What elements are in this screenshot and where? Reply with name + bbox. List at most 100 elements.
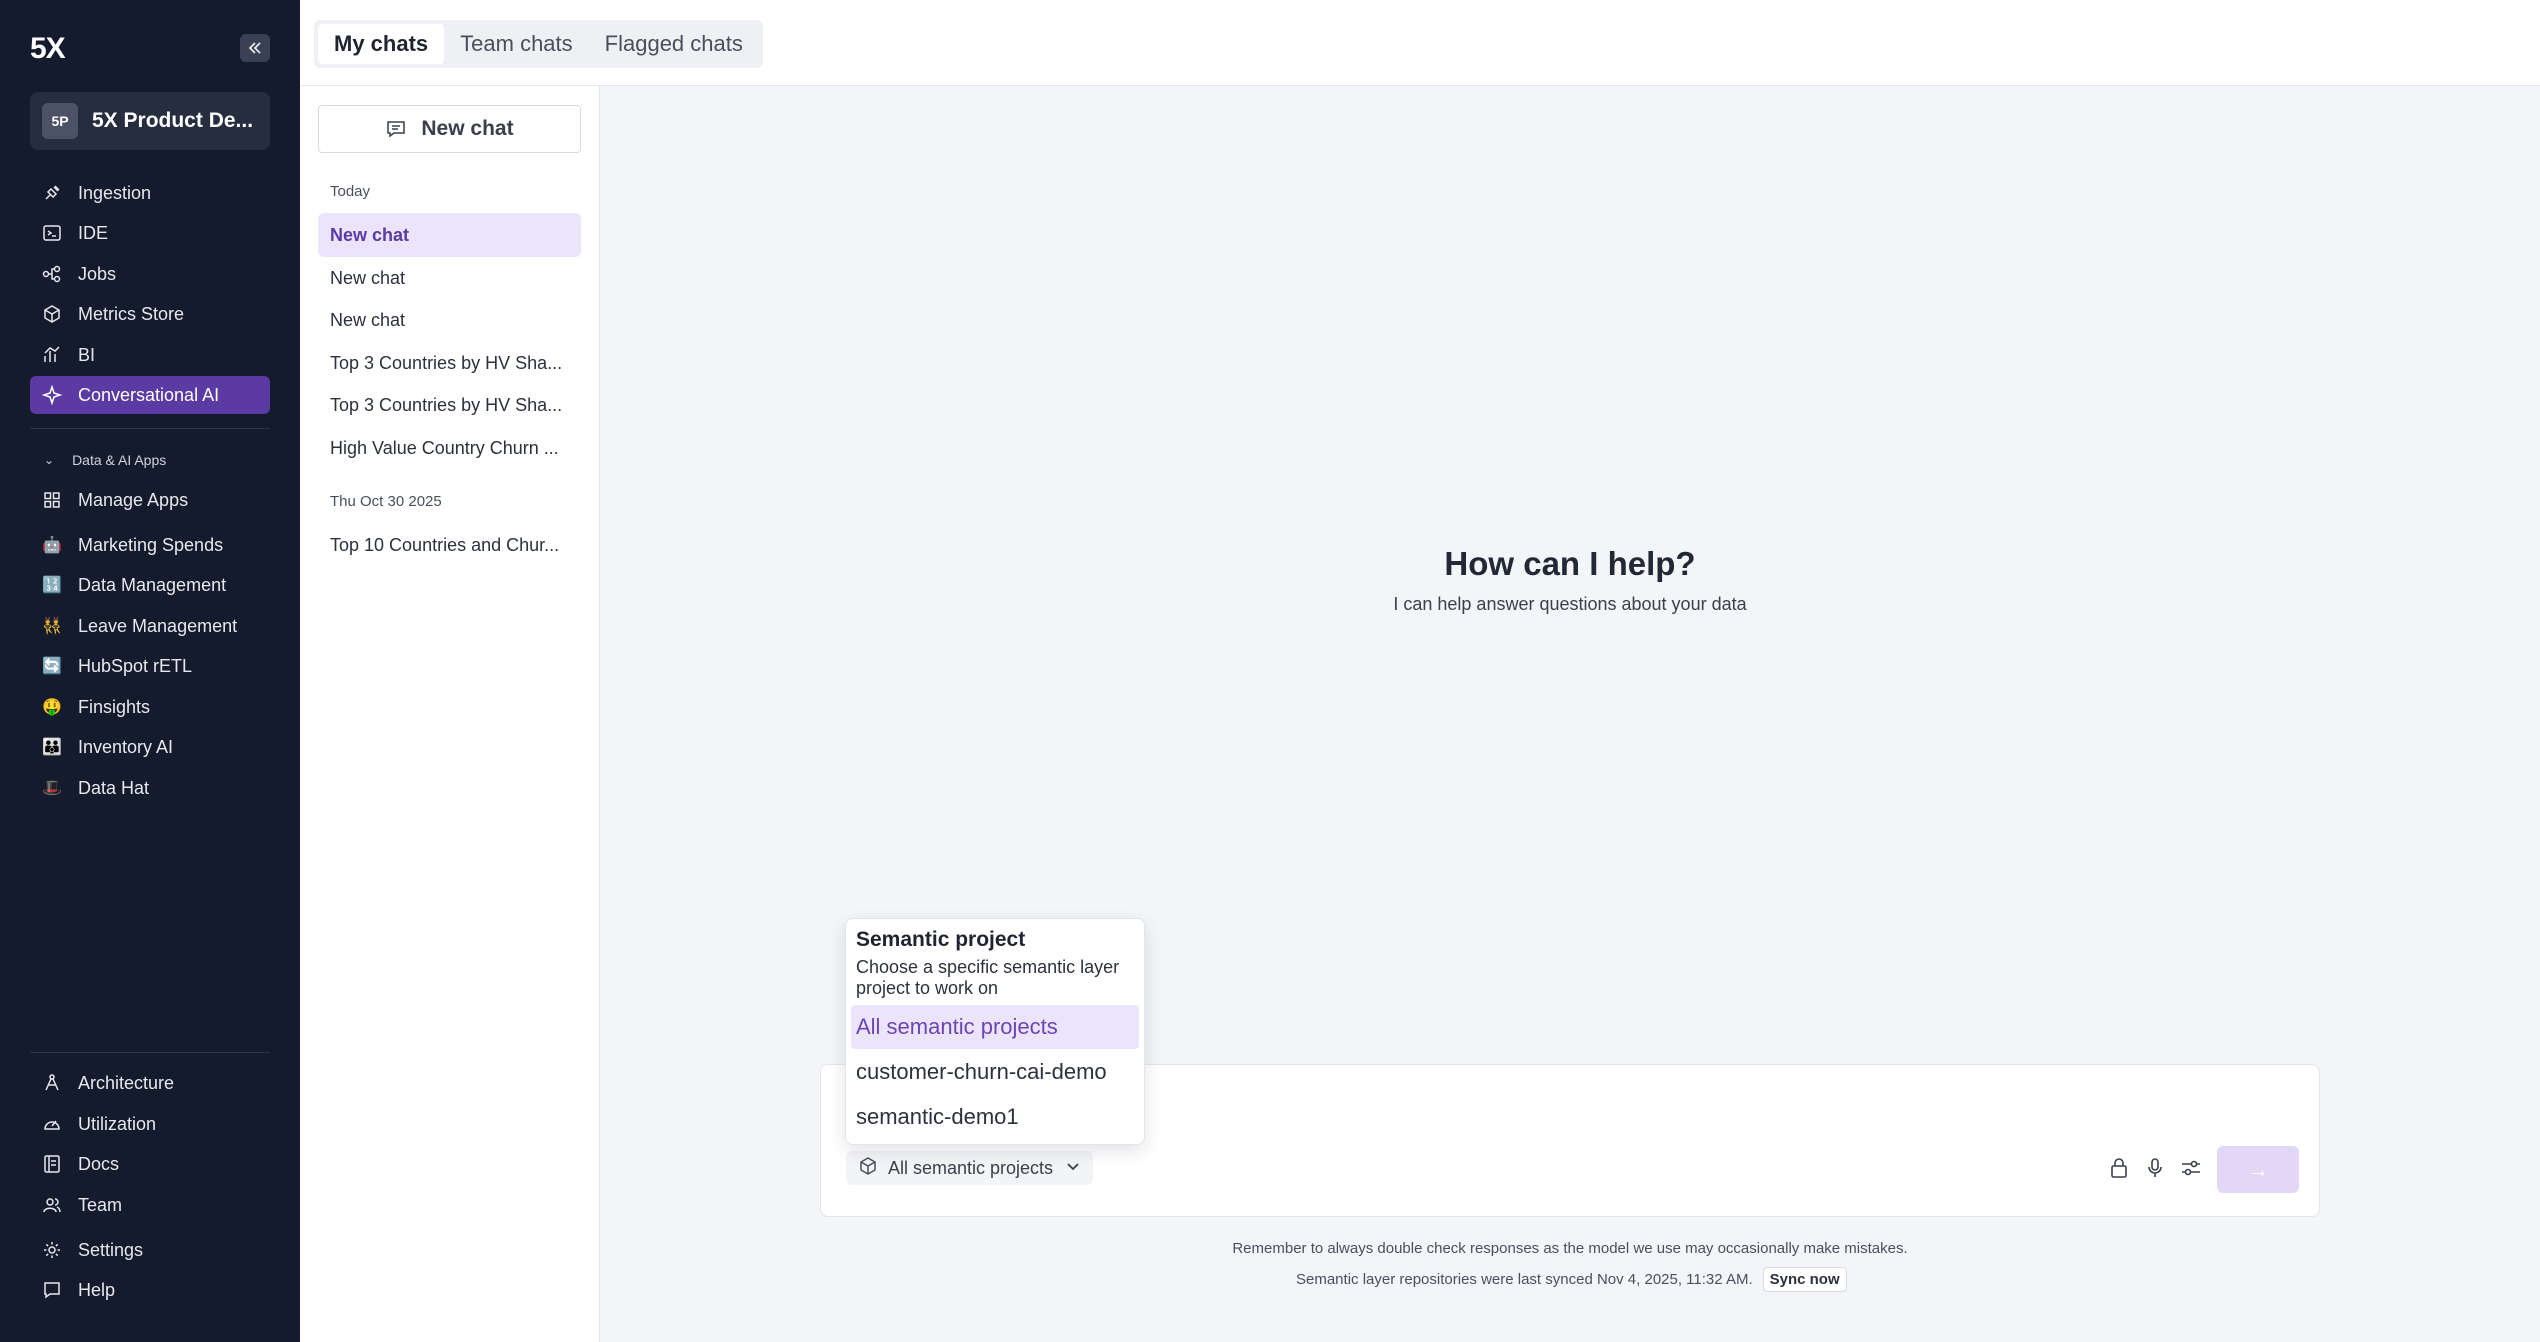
sidebar-item-inventory-ai[interactable]: 👪 Inventory AI [30, 728, 270, 766]
arrow-right-icon: → [2247, 1156, 2269, 1182]
gauge-icon [42, 1114, 62, 1134]
sidebar-item-label: Utilization [78, 1113, 157, 1134]
sidebar-item-label: Finsights [78, 696, 151, 717]
workspace-avatar: 5P [42, 103, 78, 139]
chat-item[interactable]: New chat [318, 213, 581, 257]
sidebar-item-label: Data Management [78, 574, 227, 595]
sidebar-item-jobs[interactable]: Jobs [30, 255, 270, 293]
dropdown-option[interactable]: customer-churn-cai-demo [851, 1050, 1139, 1094]
chat-bubble-icon [387, 121, 406, 138]
welcome-title: How can I help? [1444, 545, 1696, 582]
sidebar-item-data-hat[interactable]: 🎩 Data Hat [30, 769, 270, 807]
sidebar-item-data-management[interactable]: 🔢 Data Management [30, 566, 270, 604]
sidebar-item-marketing-spends[interactable]: 🤖 Marketing Spends [30, 526, 270, 564]
sidebar-item-settings[interactable]: Settings [30, 1231, 270, 1269]
sidebar-item-label: Docs [78, 1153, 120, 1174]
family-emoji-icon: 👪 [42, 739, 62, 756]
money-face-emoji-icon: 🤑 [42, 699, 62, 716]
chat-item[interactable]: Top 3 Countries by HV Sha... [318, 383, 581, 427]
people-emoji-icon: 👯 [42, 618, 62, 635]
send-button[interactable]: → [2217, 1146, 2299, 1193]
new-chat-button[interactable]: New chat [318, 105, 581, 153]
sidebar-item-label: BI [78, 344, 96, 365]
grid-icon [42, 490, 62, 510]
semantic-project-select[interactable]: All semantic projects [846, 1151, 1094, 1185]
chevron-down-icon [1065, 1158, 1081, 1179]
chat-item[interactable]: Top 10 Countries and Chur... [318, 523, 581, 567]
microphone-icon[interactable] [2143, 1156, 2167, 1180]
robot-emoji-icon: 🤖 [42, 537, 62, 554]
docs-icon [42, 1154, 62, 1174]
sidebar-item-label: Ingestion [78, 182, 152, 203]
chat-item[interactable]: Top 3 Countries by HV Sha... [318, 341, 581, 385]
sidebar-item-label: Marketing Spends [78, 534, 224, 555]
sidebar-item-label: Metrics Store [78, 303, 185, 324]
sidebar-item-label: Data Hat [78, 777, 150, 798]
disclaimer-text: Remember to always double check response… [1232, 1240, 1908, 1257]
chat-item[interactable]: High Value Country Churn ... [318, 426, 581, 470]
sidebar-item-label: Team [78, 1194, 123, 1215]
chevron-down-icon: ⌄ [44, 453, 55, 467]
sidebar-item-label: Help [78, 1279, 116, 1300]
numbers-emoji-icon: 🔢 [42, 577, 62, 594]
sidebar-item-hubspot-retl[interactable]: 🔄 HubSpot rETL [30, 647, 270, 685]
sidebar-item-team[interactable]: Team [30, 1186, 270, 1224]
sidebar-item-bi[interactable]: BI [30, 336, 270, 374]
section-toggle-data-ai-apps[interactable]: ⌄ Data & AI Apps [30, 448, 166, 472]
section-label: Data & AI Apps [72, 452, 167, 468]
sidebar-item-label: HubSpot rETL [78, 655, 193, 676]
sidebar-item-label: Architecture [78, 1072, 175, 1093]
chat-item[interactable]: New chat [318, 256, 581, 300]
lock-icon[interactable] [2107, 1156, 2131, 1180]
sidebar-item-metrics-store[interactable]: Metrics Store [30, 295, 270, 333]
cube-icon [858, 1156, 878, 1181]
group-label-date: Thu Oct 30 2025 [330, 493, 442, 510]
sidebar-item-ingestion[interactable]: Ingestion [30, 174, 270, 212]
dropdown-title: Semantic project [856, 928, 1026, 951]
welcome-subtitle: I can help answer questions about your d… [1393, 594, 1747, 614]
sidebar-item-architecture[interactable]: Architecture [30, 1064, 270, 1102]
sidebar-item-manage-apps[interactable]: Manage Apps [30, 481, 270, 519]
dropdown-description: Choose a specific semantic layer project… [856, 957, 1120, 998]
sidebar: 5X 5P 5X Product De... Ingestion IDE Job… [0, 0, 300, 1342]
sidebar-item-finsights[interactable]: 🤑 Finsights [30, 688, 270, 726]
sidebar-item-conversational-ai[interactable]: Conversational AI [30, 376, 270, 414]
sidebar-item-docs[interactable]: Docs [30, 1145, 270, 1183]
team-icon [42, 1195, 62, 1215]
sidebar-item-label: Manage Apps [78, 489, 189, 510]
sync-status-text: Semantic layer repositories were last sy… [1296, 1270, 1753, 1288]
architecture-icon [42, 1073, 62, 1093]
workflow-icon [42, 264, 62, 284]
tab-team-chats[interactable]: Team chats [444, 24, 589, 64]
chart-icon [42, 345, 62, 365]
sidebar-item-help[interactable]: Help [30, 1271, 270, 1309]
sync-status: Semantic layer repositories were last sy… [1296, 1266, 1847, 1292]
sync-emoji-icon: 🔄 [42, 658, 62, 675]
app-logo[interactable]: 5X [30, 32, 66, 66]
sidebar-item-label: Conversational AI [78, 384, 220, 405]
group-label-today: Today [330, 183, 371, 200]
sidebar-item-label: Settings [78, 1239, 144, 1260]
dropdown-option[interactable]: semantic-demo1 [851, 1095, 1139, 1139]
sidebar-item-label: IDE [78, 222, 109, 243]
chat-tabs: My chats Team chats Flagged chats [314, 20, 763, 68]
dropdown-option[interactable]: All semantic projects [851, 1005, 1139, 1049]
sidebar-item-utilization[interactable]: Utilization [30, 1105, 270, 1143]
sidebar-item-label: Inventory AI [78, 736, 174, 757]
sliders-icon[interactable] [2179, 1156, 2203, 1180]
workspace-name: 5X Product De... [92, 109, 254, 132]
sidebar-item-leave-management[interactable]: 👯 Leave Management [30, 607, 270, 645]
sync-now-button[interactable]: Sync now [1762, 1266, 1847, 1292]
cube-icon [42, 304, 62, 324]
new-chat-label: New chat [421, 117, 514, 140]
collapse-sidebar-button[interactable] [240, 34, 270, 62]
workspace-switcher[interactable]: 5P 5X Product De... [30, 92, 270, 150]
chat-item[interactable]: New chat [318, 298, 581, 342]
sidebar-divider [30, 428, 270, 429]
terminal-icon [42, 223, 62, 243]
tab-flagged-chats[interactable]: Flagged chats [589, 24, 759, 64]
sidebar-item-ide[interactable]: IDE [30, 214, 270, 252]
gear-icon [42, 1240, 62, 1260]
double-chevron-left-icon [248, 42, 261, 54]
tab-my-chats[interactable]: My chats [318, 24, 445, 64]
